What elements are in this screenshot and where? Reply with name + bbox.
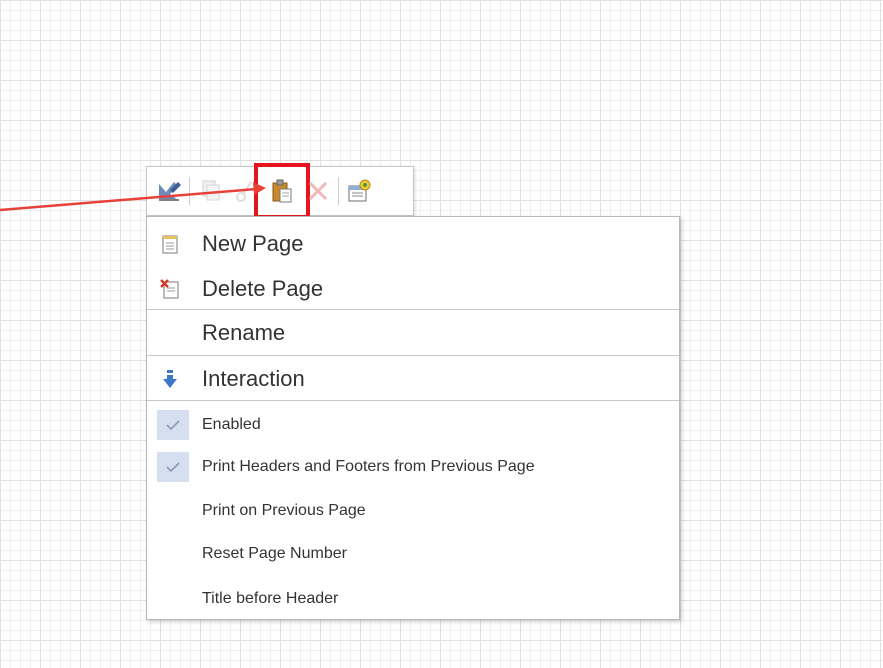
menu-divider — [147, 400, 679, 401]
cut-button[interactable] — [228, 173, 264, 209]
menu-divider — [147, 309, 679, 310]
menu-item-print-headers-footers[interactable]: Print Headers and Footers from Previous … — [147, 451, 679, 483]
toolbar-separator — [189, 177, 190, 205]
menu-item-rename[interactable]: Rename — [147, 313, 679, 353]
menu-item-delete-page[interactable]: Delete Page — [147, 269, 679, 309]
menu-item-label: Title before Header — [202, 590, 339, 607]
menu-item-label: Enabled — [202, 416, 261, 433]
properties-icon — [348, 179, 371, 202]
new-page-icon — [155, 229, 185, 259]
menu-item-label: Rename — [202, 320, 286, 345]
delete-page-icon — [155, 274, 185, 304]
menu-item-label: Print on Previous Page — [202, 502, 366, 519]
copy-button[interactable] — [192, 173, 228, 209]
arrow-down-icon — [155, 364, 185, 394]
delete-button[interactable] — [300, 173, 336, 209]
paste-button[interactable] — [254, 163, 310, 219]
copy-icon — [202, 180, 220, 201]
toolbar-separator — [338, 177, 339, 205]
menu-divider — [147, 355, 679, 356]
delete-icon — [308, 181, 328, 201]
menu-item-enabled[interactable]: Enabled — [147, 409, 679, 441]
properties-button[interactable] — [341, 173, 377, 209]
checkmark-icon — [166, 420, 180, 431]
menu-item-interaction[interactable]: Interaction — [147, 359, 679, 399]
menu-item-title-before-header[interactable]: Title before Header — [147, 583, 679, 615]
menu-item-label: New Page — [202, 231, 304, 256]
checkmark-icon — [166, 462, 180, 473]
checked-indicator — [157, 410, 189, 440]
checked-indicator — [157, 452, 189, 482]
edit-pencil-icon — [159, 182, 181, 201]
menu-item-reset-page-number[interactable]: Reset Page Number — [147, 538, 679, 570]
cut-icon — [236, 181, 252, 202]
paste-icon — [272, 179, 292, 203]
page-toolbar — [146, 163, 414, 219]
edit-button[interactable] — [151, 173, 187, 209]
menu-item-label: Delete Page — [202, 276, 324, 301]
menu-item-new-page[interactable]: New Page — [147, 225, 679, 263]
menu-item-label: Interaction — [202, 366, 305, 391]
page-context-menu: New Page Delete Page Rename Interaction — [146, 216, 680, 620]
menu-item-label: Print Headers and Footers from Previous … — [202, 458, 535, 475]
menu-item-label: Reset Page Number — [202, 545, 347, 562]
menu-item-print-on-previous-page[interactable]: Print on Previous Page — [147, 495, 679, 527]
